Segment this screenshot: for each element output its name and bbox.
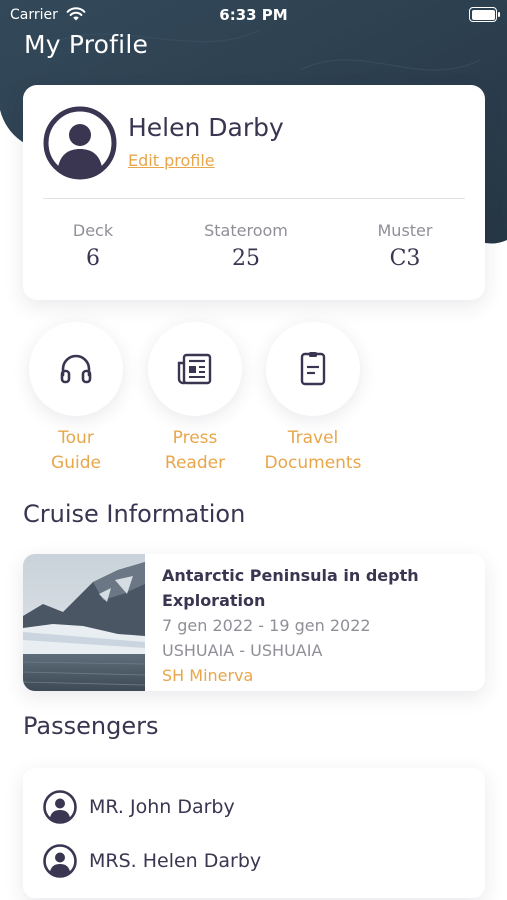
stat-label: Deck (72, 221, 114, 240)
document-icon (300, 352, 326, 386)
cruise-details: Antarctic Peninsula in depth Exploration… (162, 563, 473, 688)
action-circle[interactable] (148, 322, 242, 416)
cruise-dates: 7 gen 2022 - 19 gen 2022 (162, 616, 371, 635)
ship-name: SH Minerva (162, 666, 254, 685)
avatar-icon (43, 106, 117, 180)
stat-value: 25 (232, 246, 260, 271)
stat-deck: Deck 6 (33, 221, 153, 271)
passenger-name: MRS. Helen Darby (89, 850, 262, 872)
stat-value: 6 (86, 246, 100, 271)
battery-icon (469, 7, 500, 22)
stat-stateroom: Stateroom 25 (186, 221, 306, 271)
passenger-row[interactable]: MR. John Darby (43, 790, 235, 824)
passengers-section-title: Passengers (23, 712, 159, 740)
headphones-icon (60, 354, 92, 384)
avatar-icon (43, 844, 77, 878)
cruise-section-title: Cruise Information (23, 500, 246, 528)
user-name: Helen Darby (128, 113, 284, 142)
action-circle[interactable] (266, 322, 360, 416)
newspaper-icon (177, 353, 212, 385)
page-title: My Profile (24, 30, 149, 59)
stat-label: Stateroom (204, 221, 288, 240)
stat-value: C3 (389, 246, 421, 271)
passenger-row[interactable]: MRS. Helen Darby (43, 844, 261, 878)
status-bar: Carrier 6:33 PM (0, 0, 507, 30)
clock: 6:33 PM (219, 6, 288, 24)
avatar-icon (43, 790, 77, 824)
edit-profile-link[interactable]: Edit profile (128, 151, 215, 170)
quick-actions: Tour Guide Press Reader Travel Documents (0, 322, 507, 482)
action-circle[interactable] (29, 322, 123, 416)
passengers-card: MR. John Darby MRS. Helen Darby (23, 768, 485, 898)
stat-label: Muster (377, 221, 433, 240)
travel-documents-button[interactable]: Travel Documents (243, 322, 383, 476)
divider (43, 198, 465, 199)
stat-muster: Muster C3 (345, 221, 465, 271)
passenger-name: MR. John Darby (89, 796, 235, 818)
travel-documents-label: Travel Documents (264, 428, 362, 473)
cruise-image (23, 554, 145, 691)
profile-card: Helen Darby Edit profile Deck 6 Stateroo… (23, 85, 485, 300)
cruise-route: USHUAIA - USHUAIA (162, 641, 323, 660)
cruise-card[interactable]: Antarctic Peninsula in depth Exploration… (23, 554, 485, 691)
cruise-title: Antarctic Peninsula in depth Exploration (162, 566, 419, 610)
